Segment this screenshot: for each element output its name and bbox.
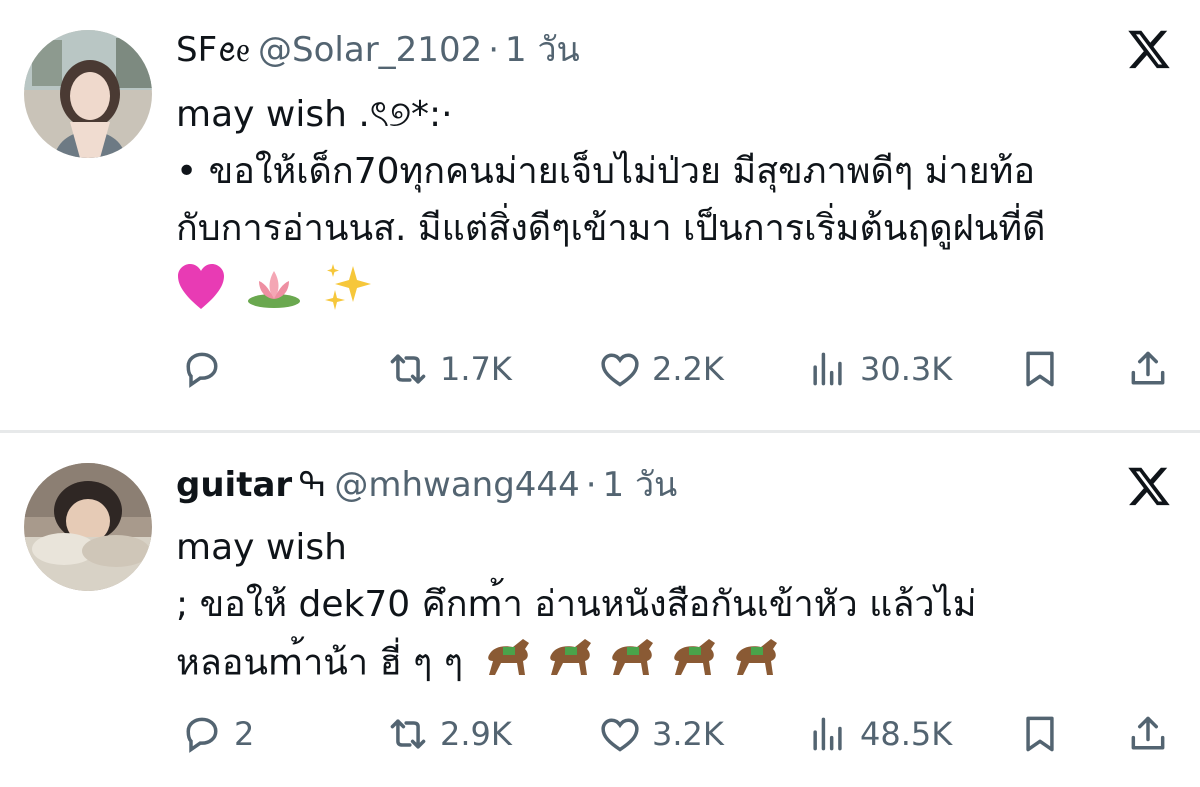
tweet-header: SFꫀᧉ @Solar_2102 · 1 วัน: [176, 28, 580, 72]
user-handle[interactable]: @mhwang444: [334, 465, 579, 505]
views-chart-icon: [813, 352, 842, 386]
tweet-text-line: may wish: [176, 527, 347, 568]
views-count: 30.3K: [860, 350, 953, 388]
like-count: 3.2K: [652, 715, 724, 753]
x-logo-icon: [1128, 30, 1170, 69]
pink-heart-icon: [178, 264, 224, 309]
share-button[interactable]: [1126, 709, 1170, 759]
tweet-text: may wish .ৎ୭*:· • ขอให้เด็ก70ทุกคนม่ายเจ…: [176, 86, 1176, 314]
views-button[interactable]: 30.3K: [806, 344, 952, 394]
horse-racing-icon: [731, 633, 783, 696]
tweet-text-line: • ขอให้เด็ก70ทุกคนม่ายเจ็บไม่ป่วย มีสุขภ…: [176, 151, 1035, 192]
tweet-header: guitar ߒ @mhwang444 · 1 วัน: [176, 463, 677, 507]
avatar[interactable]: [24, 463, 152, 591]
like-button[interactable]: 2.2K: [598, 344, 724, 394]
heart-icon: [601, 353, 639, 387]
horse-racing-icon: [483, 633, 535, 696]
tweet-text-line: หลอนm้าน้า ฮี่ ๆ ๆ: [176, 633, 1176, 696]
share-button[interactable]: [1126, 344, 1170, 394]
separator-dot: ·: [585, 465, 597, 505]
tweet-text-line: กับการอ่านนส. มีแต่สิ่งดีๆเข้ามา เป็นการ…: [176, 208, 1046, 249]
retweet-icon: [390, 354, 426, 384]
retweet-button[interactable]: 1.7K: [386, 344, 512, 394]
bookmark-button[interactable]: [1018, 709, 1062, 759]
views-count: 48.5K: [860, 715, 953, 753]
tweet-card[interactable]: SFꫀᧉ @Solar_2102 · 1 วัน may wish .ৎ୭*:· • …: [0, 0, 1200, 430]
views-button[interactable]: 48.5K: [806, 709, 952, 759]
tweet-text-segment: หลอนm้าน้า ฮี่ ๆ ๆ: [176, 642, 464, 684]
views-chart-icon: [813, 717, 842, 751]
bookmark-button[interactable]: [1018, 344, 1062, 394]
tweet-text-line: may wish .ৎ୭*:·: [176, 94, 453, 135]
horse-racing-icon: [607, 633, 659, 696]
retweet-count: 2.9K: [440, 715, 512, 753]
user-handle[interactable]: @Solar_2102: [258, 30, 482, 70]
reply-button[interactable]: 2: [180, 709, 254, 759]
retweet-button[interactable]: 2.9K: [386, 709, 512, 759]
bookmark-icon: [1026, 351, 1054, 387]
timestamp[interactable]: 1 วัน: [603, 465, 678, 505]
display-name[interactable]: guitar: [176, 465, 292, 505]
heart-icon: [601, 718, 639, 752]
reply-count: 2: [234, 715, 255, 753]
horse-racing-icon: [669, 633, 721, 696]
bookmark-icon: [1026, 716, 1054, 752]
tweet-text-line: ; ขอให้ dek70 คึกm้า อ่านหนังสือกันเข้าห…: [176, 576, 1176, 633]
sparkles-icon: [324, 264, 371, 310]
timestamp[interactable]: 1 วัน: [505, 30, 580, 70]
reply-icon: [186, 717, 218, 753]
retweet-count: 1.7K: [440, 350, 512, 388]
tweet-actions: 1.7K 2.2K 30.3K: [0, 344, 1200, 394]
tweet-text-segment: ; ขอให้ dek70 คึกm้า อ่านหนังสือกันเข้าห…: [176, 584, 977, 625]
horse-racing-icon: [545, 633, 597, 696]
like-count: 2.2K: [652, 350, 724, 388]
reply-button[interactable]: [180, 344, 234, 394]
tweet-text: may wish ; ขอให้ dek70 คึกm้า อ่านหนังสื…: [176, 519, 1176, 696]
share-icon: [1131, 716, 1165, 750]
emoji-line: [176, 257, 1176, 314]
retweet-icon: [390, 719, 426, 749]
display-name[interactable]: SFꫀᧉ: [176, 30, 250, 70]
reply-icon: [186, 352, 218, 388]
tweet-card[interactable]: guitar ߒ @mhwang444 · 1 วัน may wish ; ขอให้…: [0, 433, 1200, 787]
x-logo-icon: [1128, 467, 1170, 506]
tweet-actions: 2 2.9K 3.2K 48.5K: [0, 709, 1200, 759]
avatar[interactable]: [24, 30, 152, 158]
separator-dot: ·: [488, 30, 500, 70]
share-icon: [1131, 351, 1165, 385]
like-button[interactable]: 3.2K: [598, 709, 724, 759]
lotus-icon: [248, 271, 301, 308]
name-emoji: ߒ: [298, 465, 327, 505]
